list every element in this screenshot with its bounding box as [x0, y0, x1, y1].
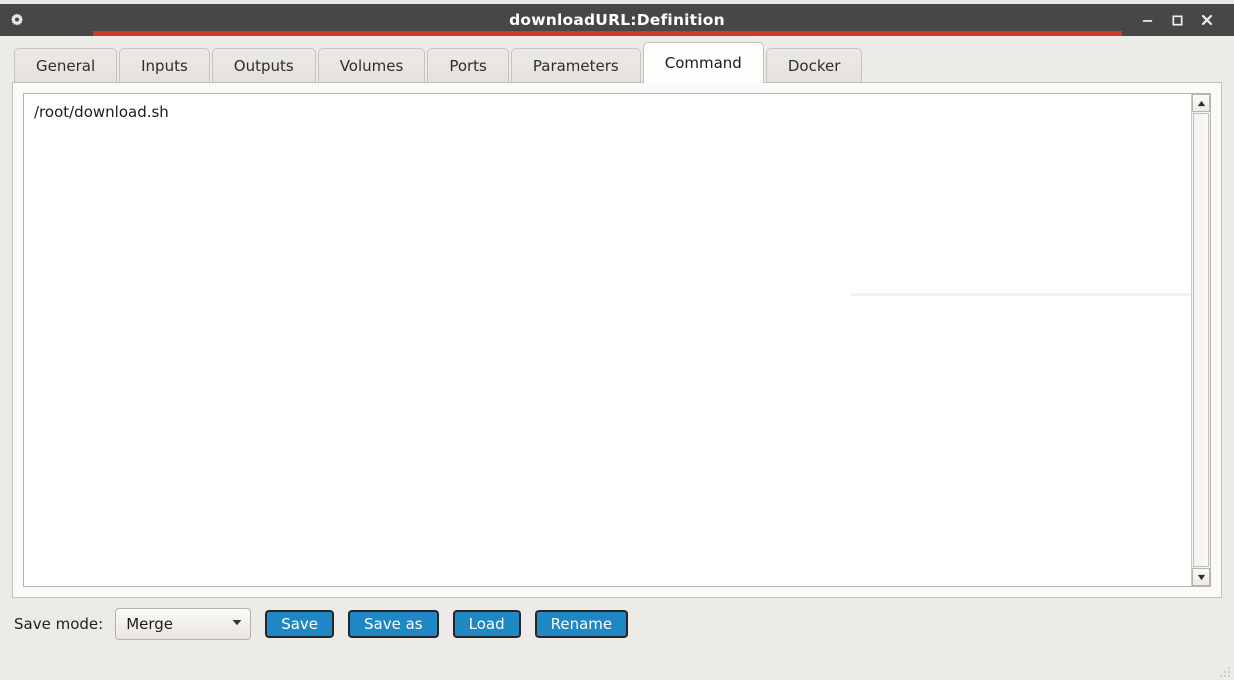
chevron-down-icon — [232, 619, 242, 629]
bottom-toolbar: Save mode: Merge Save Save as Load Renam… — [0, 598, 1234, 650]
save-as-button[interactable]: Save as — [348, 610, 439, 638]
tab-ports[interactable]: Ports — [427, 48, 509, 82]
command-text-editor[interactable]: /root/download.sh — [24, 94, 1191, 586]
scroll-down-icon[interactable] — [1192, 568, 1210, 586]
tab-label: Inputs — [141, 56, 188, 75]
tab-command[interactable]: Command — [642, 42, 764, 83]
button-label: Load — [468, 615, 505, 633]
button-label: Save as — [364, 615, 423, 633]
tab-general[interactable]: General — [14, 48, 118, 82]
scroll-up-icon[interactable] — [1192, 94, 1210, 112]
tab-docker[interactable]: Docker — [765, 48, 863, 82]
tab-outputs[interactable]: Outputs — [211, 48, 316, 82]
tab-label: Volumes — [339, 56, 404, 75]
load-button[interactable]: Load — [452, 610, 521, 638]
tab-parameters[interactable]: Parameters — [510, 48, 641, 82]
scrollbar-track[interactable] — [1193, 113, 1209, 567]
tab-label: Docker — [787, 56, 841, 75]
tab-volumes[interactable]: Volumes — [317, 48, 426, 82]
tab-inputs[interactable]: Inputs — [119, 48, 210, 82]
tab-label: Parameters — [532, 56, 619, 75]
resize-grip[interactable] — [1214, 661, 1230, 677]
maximize-button[interactable] — [1162, 5, 1192, 35]
command-tab-panel: /root/download.sh — [12, 82, 1222, 598]
tab-label: Ports — [449, 56, 487, 75]
minimize-button[interactable] — [1132, 5, 1162, 35]
screen-root: downloadURL:Definition General Inputs Ou… — [0, 0, 1234, 680]
command-editor-wrapper: /root/download.sh — [23, 93, 1211, 587]
tab-label: Outputs — [233, 56, 294, 75]
save-mode-select[interactable]: Merge — [115, 608, 252, 640]
button-label: Save — [281, 615, 319, 633]
definition-window: downloadURL:Definition General Inputs Ou… — [0, 4, 1234, 680]
window-titlebar[interactable]: downloadURL:Definition — [0, 4, 1234, 36]
save-mode-value: Merge — [126, 615, 174, 633]
save-button[interactable]: Save — [265, 610, 335, 638]
button-label: Rename — [550, 615, 613, 633]
close-button[interactable] — [1192, 5, 1222, 35]
tab-bar: General Inputs Outputs Volumes Ports Par… — [0, 36, 1234, 83]
gear-icon — [0, 4, 34, 36]
status-bar — [0, 650, 1234, 680]
rename-button[interactable]: Rename — [534, 610, 629, 638]
tab-label: Command — [664, 54, 742, 72]
window-controls — [1132, 4, 1234, 36]
panel-ghost-artifact — [851, 293, 1191, 296]
tab-label: General — [36, 56, 96, 75]
save-mode-label: Save mode: — [14, 615, 104, 633]
editor-vertical-scrollbar[interactable] — [1191, 94, 1210, 586]
window-title: downloadURL:Definition — [509, 11, 725, 29]
